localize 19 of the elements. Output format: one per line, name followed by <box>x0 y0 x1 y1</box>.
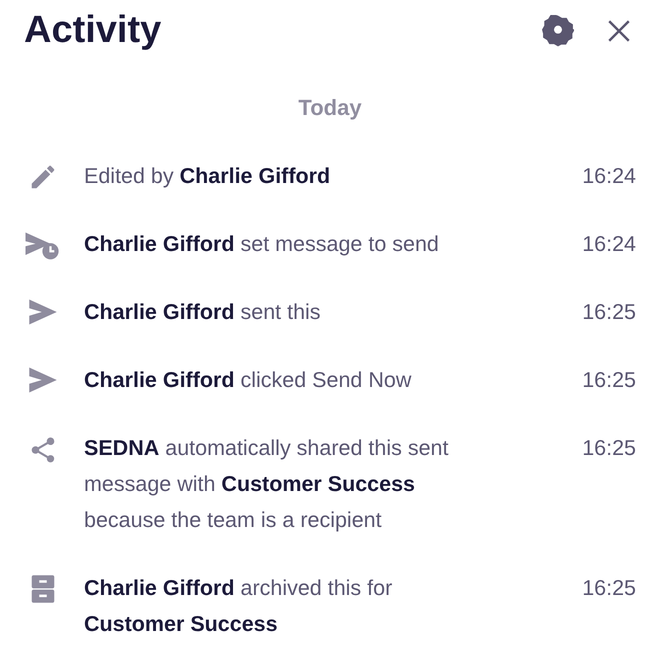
event-description: SEDNA automatically shared this sent message with Customer Success because the team is a recipient <box>84 434 450 534</box>
date-heading: Today <box>297 94 363 122</box>
event-description: Charlie Gifford set message to send <box>84 230 440 258</box>
event-time: 16:25 <box>582 366 636 394</box>
archive-icon <box>30 574 56 604</box>
event-description: Charlie Gifford clicked Send Now <box>84 366 412 394</box>
panel-title: Activity <box>24 8 162 53</box>
event-time: 16:24 <box>582 230 636 258</box>
settings-icon <box>542 14 574 47</box>
send-icon <box>28 298 58 326</box>
event-description: Charlie Gifford sent this <box>84 298 322 326</box>
close-icon <box>606 18 632 44</box>
event-time: 16:25 <box>582 434 636 462</box>
event-time: 16:25 <box>582 574 636 602</box>
send-icon <box>28 366 58 394</box>
event-time: 16:25 <box>582 298 636 326</box>
event-description: Edited by Charlie Gifford <box>84 162 332 190</box>
event-time: 16:24 <box>582 162 636 190</box>
event-description: Charlie Gifford archived this for Customer Success <box>84 574 394 638</box>
